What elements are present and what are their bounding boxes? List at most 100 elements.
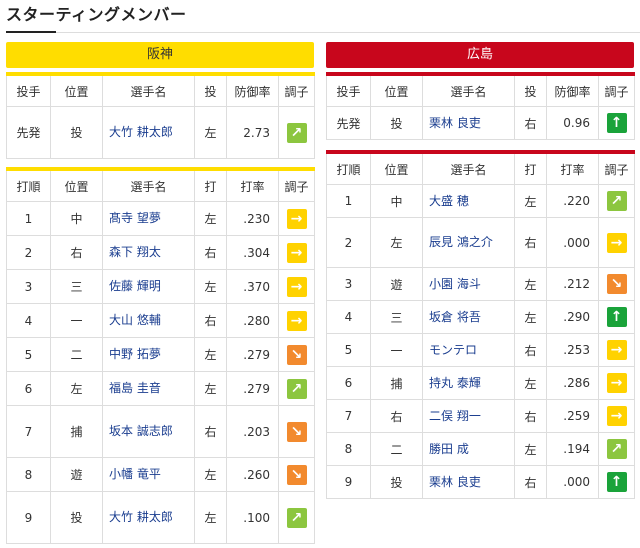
column-header: 選手名 — [102, 73, 195, 107]
column-header: 投手 — [326, 73, 371, 107]
form-cell: → — [278, 269, 315, 304]
form-cell: ↘ — [598, 267, 635, 301]
away-team-column: 広島 投手 位置 選手名投防御率 調子 先発投栗林 良吏右 0.96 ↑ 打順 位置 選手名打打率調… — [326, 42, 635, 499]
table-row: 7 右二俣 翔一右 .259 → — [326, 399, 635, 433]
arrow-up-icon: ↑ — [606, 307, 627, 327]
position-cell: 中 — [50, 201, 103, 236]
arrow-down-right-icon: ↘ — [606, 274, 627, 294]
player-name-link[interactable]: 大盛 穂 — [422, 184, 515, 218]
player-name-link[interactable]: 栗林 良吏 — [422, 465, 515, 499]
player-name-link[interactable]: 勝田 成 — [422, 432, 515, 466]
player-name-link[interactable]: 大竹 耕太郎 — [102, 106, 195, 159]
batting-average-cell: .290 — [546, 300, 599, 334]
table-row: 4 三坂倉 将吾左 .290 ↑ — [326, 300, 635, 334]
position-cell: 中 — [370, 184, 423, 218]
batting-average-cell: .279 — [226, 371, 279, 406]
table-row: 8 二勝田 成左 .194 ↗ — [326, 432, 635, 466]
form-cell: ↑ — [598, 300, 635, 334]
bats-cell: 右 — [514, 217, 547, 268]
player-name-link[interactable]: 坂本 誠志郎 — [102, 405, 195, 458]
player-name-link[interactable]: 髙寺 望夢 — [102, 201, 195, 236]
table-row: 先発投大竹 耕太郎左 2.73 ↗ — [6, 106, 315, 159]
player-name-link[interactable]: 大竹 耕太郎 — [102, 491, 195, 544]
player-name-link[interactable]: 森下 翔太 — [102, 235, 195, 270]
bats-cell: 左 — [194, 457, 227, 492]
form-cell: ↑ — [598, 465, 635, 499]
table-row: 8 遊小幡 竜平左 .260 ↘ — [6, 457, 315, 492]
era-cell: 2.73 — [226, 106, 279, 159]
bats-cell: 右 — [514, 333, 547, 367]
position-cell: 遊 — [370, 267, 423, 301]
column-header: 位置 — [370, 151, 423, 185]
batting-average-cell: .220 — [546, 184, 599, 218]
batting-order-cell: 2 — [326, 217, 371, 268]
player-name-link[interactable]: モンテロ — [422, 333, 515, 367]
column-header: 打率 — [226, 168, 279, 202]
column-header: 調子 — [278, 168, 315, 202]
batting-average-cell: .370 — [226, 269, 279, 304]
arrow-right-icon: → — [606, 232, 627, 253]
column-header: 選手名 — [422, 151, 515, 185]
batting-order-cell: 1 — [6, 201, 51, 236]
arrow-down-right-icon: ↘ — [286, 344, 307, 365]
team-header: 阪神 — [6, 42, 314, 68]
table-row: 4 一大山 悠輔右 .280 → — [6, 303, 315, 338]
batting-average-cell: .279 — [226, 337, 279, 372]
arrow-right-icon: → — [286, 276, 307, 297]
player-name-link[interactable]: 佐藤 輝明 — [102, 269, 195, 304]
batting-order-cell: 3 — [326, 267, 371, 301]
pitcher-table: 投手 位置 選手名投防御率 調子 先発投栗林 良吏右 0.96 ↑ — [326, 72, 635, 140]
throws-cell: 左 — [194, 106, 227, 159]
arrow-right-icon: → — [286, 242, 307, 263]
column-header: 投 — [514, 73, 547, 107]
team-header: 広島 — [326, 42, 634, 68]
arrow-up-right-icon: ↗ — [286, 378, 307, 399]
table-row: 6 捕持丸 泰輝左 .286 → — [326, 366, 635, 400]
arrow-right-icon: → — [606, 406, 627, 426]
arrow-up-icon: ↑ — [606, 472, 627, 492]
player-name-link[interactable]: 栗林 良吏 — [422, 106, 515, 140]
form-cell: ↘ — [278, 405, 315, 458]
player-name-link[interactable]: 大山 悠輔 — [102, 303, 195, 338]
column-header: 調子 — [598, 151, 635, 185]
table-row: 9 投大竹 耕太郎左 .100 ↗ — [6, 491, 315, 544]
player-name-link[interactable]: 持丸 泰輝 — [422, 366, 515, 400]
position-cell: 一 — [370, 333, 423, 367]
bats-cell: 右 — [194, 303, 227, 338]
batting-order-cell: 4 — [326, 300, 371, 334]
player-name-link[interactable]: 小園 海斗 — [422, 267, 515, 301]
position-cell: 投 — [370, 465, 423, 499]
form-cell: → — [278, 235, 315, 270]
table-header-row: 投手 位置 選手名投防御率 調子 — [326, 73, 635, 107]
player-name-link[interactable]: 福島 圭音 — [102, 371, 195, 406]
player-name-link[interactable]: 坂倉 将吾 — [422, 300, 515, 334]
form-cell: → — [598, 217, 635, 268]
player-name-link[interactable]: 小幡 竜平 — [102, 457, 195, 492]
batting-order-cell: 9 — [6, 491, 51, 544]
bats-cell: 左 — [514, 267, 547, 301]
batting-order-cell: 7 — [6, 405, 51, 458]
bats-cell: 左 — [514, 300, 547, 334]
arrow-up-right-icon: ↗ — [606, 191, 627, 211]
batting-average-cell: .203 — [226, 405, 279, 458]
batting-order-cell: 5 — [326, 333, 371, 367]
batting-order-cell: 6 — [326, 366, 371, 400]
position-cell: 一 — [50, 303, 103, 338]
pitcher-table: 投手 位置 選手名投防御率 調子 先発投大竹 耕太郎左 2.73 ↗ — [6, 72, 315, 159]
batting-average-cell: .280 — [226, 303, 279, 338]
throws-cell: 右 — [514, 106, 547, 140]
arrow-up-icon: ↑ — [606, 113, 627, 133]
player-name-link[interactable]: 二俣 翔一 — [422, 399, 515, 433]
role-cell: 先発 — [6, 106, 51, 159]
batting-average-cell: .230 — [226, 201, 279, 236]
player-name-link[interactable]: 中野 拓夢 — [102, 337, 195, 372]
form-cell: ↗ — [278, 491, 315, 544]
batting-average-cell: .304 — [226, 235, 279, 270]
form-cell: ↗ — [598, 184, 635, 218]
column-header: 打 — [514, 151, 547, 185]
table-row: 9 投栗林 良吏右 .000 ↑ — [326, 465, 635, 499]
arrow-down-right-icon: ↘ — [286, 421, 307, 442]
position-cell: 右 — [50, 235, 103, 270]
player-name-link[interactable]: 辰見 鴻之介 — [422, 217, 515, 268]
